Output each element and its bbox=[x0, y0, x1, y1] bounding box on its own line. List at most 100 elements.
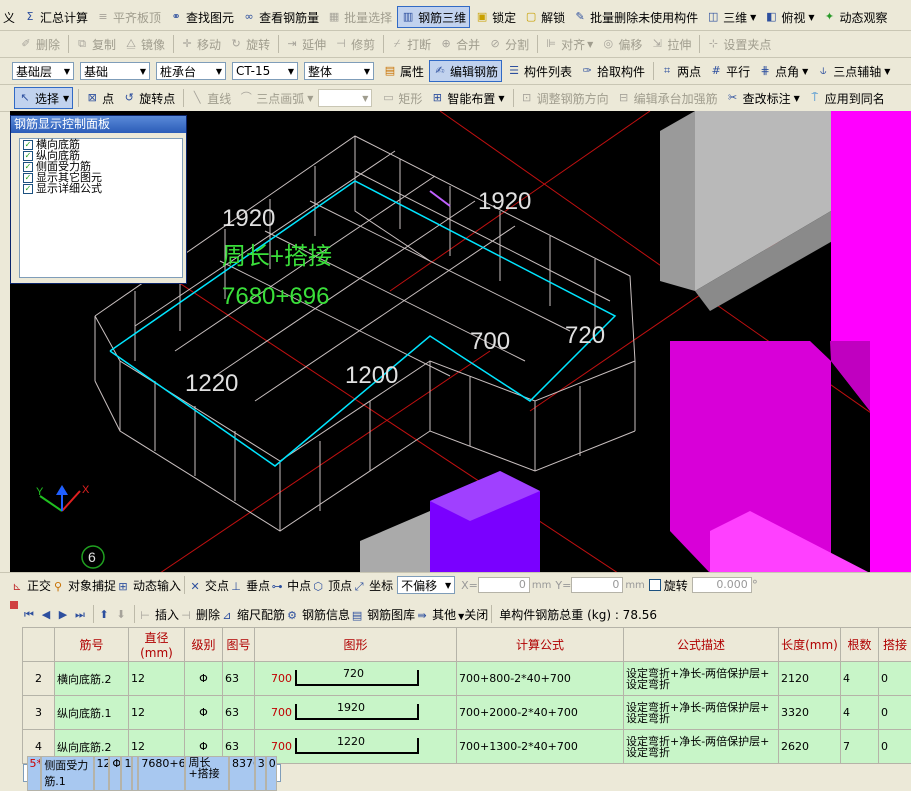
col-header-shape[interactable]: 图形 bbox=[255, 628, 457, 662]
rebar-info-button[interactable]: ⚙钢筋信息 bbox=[285, 606, 350, 623]
edit-rebar-button[interactable]: ✍编辑钢筋 bbox=[429, 60, 502, 82]
point-angle-button[interactable]: ⋕点角▼ bbox=[755, 61, 811, 81]
rotate-point-button[interactable]: ↺旋转点 bbox=[119, 88, 178, 108]
top-view-dropdown[interactable]: ◧俯视▼ bbox=[761, 7, 817, 27]
delete-button[interactable]: ✐删除 bbox=[16, 34, 63, 54]
line-button[interactable]: ╲直线 bbox=[187, 88, 234, 108]
cell-lap[interactable]: 0 bbox=[879, 662, 911, 696]
lock-button[interactable]: ▣锁定 bbox=[472, 7, 519, 27]
vertex-snap[interactable]: ⬡顶点 bbox=[311, 577, 352, 594]
cell-lap[interactable]: 0 bbox=[879, 730, 911, 764]
col-header-lap[interactable]: 搭接 bbox=[879, 628, 911, 662]
summary-calc-button[interactable]: Σ汇总计算 bbox=[20, 7, 91, 27]
cell-description[interactable]: 设定弯折+净长-两倍保护层+设定弯折 bbox=[624, 696, 779, 730]
cell-lap[interactable]: 0 bbox=[879, 696, 911, 730]
apply-same-name-button[interactable]: ⍑应用到同名 bbox=[805, 88, 888, 108]
find-element-button[interactable]: ⚭查找图元 bbox=[166, 7, 237, 27]
intersection-snap[interactable]: ✕交点 bbox=[188, 577, 229, 594]
scope-select[interactable]: 整体▼ bbox=[304, 62, 374, 80]
trim-button[interactable]: ⊣修剪 bbox=[331, 34, 378, 54]
3d-view-dropdown[interactable]: ◫三维▼ bbox=[703, 7, 759, 27]
annotation-button[interactable]: ✂查改标注▼ bbox=[723, 88, 803, 108]
align-button[interactable]: ⊫对齐▼ bbox=[541, 34, 596, 54]
cell-count[interactable]: 7 bbox=[841, 730, 879, 764]
select-button[interactable]: ↖选择▼ bbox=[14, 87, 73, 109]
move-up-button[interactable]: ⬆ bbox=[97, 607, 114, 622]
table-row[interactable]: 2 横向底筋.2 12 Φ 63 700 720 700+800-2*40+70… bbox=[23, 662, 911, 696]
arc-button[interactable]: ⌒三点画弧▼ bbox=[236, 88, 316, 108]
cell-count[interactable]: 4 bbox=[841, 662, 879, 696]
cell-bar-no[interactable]: 侧面受力筋.1 bbox=[41, 756, 93, 791]
three-point-axis-button[interactable]: ⫝三点辅轴▼ bbox=[813, 61, 893, 81]
table-row[interactable]: 3 纵向底筋.1 12 Φ 63 700 1920 700+2000-2*40+… bbox=[23, 696, 911, 730]
cell-length[interactable]: 2120 bbox=[779, 662, 841, 696]
row-delete-button[interactable]: ⊣删除 bbox=[179, 606, 220, 623]
checkbox-checked[interactable]: ✓ bbox=[23, 173, 33, 183]
arc-options-select[interactable]: ▼ bbox=[318, 89, 372, 107]
dynamic-input-toggle[interactable]: ⊞动态输入 bbox=[116, 577, 181, 594]
cell-diameter[interactable]: 12 bbox=[129, 696, 185, 730]
midpoint-snap[interactable]: ⊶中点 bbox=[270, 577, 311, 594]
cell-length[interactable]: 2620 bbox=[779, 730, 841, 764]
split-button[interactable]: ⊘分割 bbox=[485, 34, 532, 54]
parallel-button[interactable]: #平行 bbox=[706, 61, 753, 81]
cell-formula[interactable]: 700+2000-2*40+700 bbox=[457, 696, 624, 730]
component-name-select[interactable]: CT-15▼ bbox=[232, 62, 298, 80]
cell-grade[interactable]: Φ bbox=[109, 756, 121, 791]
cell-formula[interactable]: 7680+696 bbox=[138, 756, 185, 791]
category-select[interactable]: 基础▼ bbox=[80, 62, 150, 80]
scale-rebar-button[interactable]: ⊿缩尺配筋 bbox=[220, 606, 285, 623]
coordinate-snap[interactable]: ⤢坐标 bbox=[352, 577, 393, 594]
cell-length[interactable]: 3320 bbox=[779, 696, 841, 730]
col-header-description[interactable]: 公式描述 bbox=[624, 628, 779, 662]
cell-shape[interactable]: 700 1220 bbox=[255, 730, 457, 764]
other-dropdown[interactable]: ⇛其他▼ bbox=[415, 606, 464, 623]
component-type-select[interactable]: 桩承台▼ bbox=[156, 62, 226, 80]
cell-formula[interactable]: 700+1300-2*40+700 bbox=[457, 730, 624, 764]
rotate-checkbox[interactable] bbox=[649, 579, 661, 591]
checkbox-checked[interactable]: ✓ bbox=[23, 162, 33, 172]
move-button[interactable]: ✛移动 bbox=[177, 34, 224, 54]
cell-figure-no[interactable]: 63 bbox=[223, 662, 255, 696]
edit-strengthen-button[interactable]: ⊟编辑承台加强筋 bbox=[614, 88, 721, 108]
cell-shape[interactable]: 700 720 bbox=[255, 662, 457, 696]
cell-length[interactable]: 8376 bbox=[229, 756, 255, 791]
cell-bar-no[interactable]: 纵向底筋.1 bbox=[55, 696, 129, 730]
checkbox-checked[interactable]: ✓ bbox=[23, 151, 33, 161]
copy-button[interactable]: ⧉复制 bbox=[72, 34, 119, 54]
component-list-button[interactable]: ☰构件列表 bbox=[504, 61, 575, 81]
col-header-count[interactable]: 根数 bbox=[841, 628, 879, 662]
col-header-bar-no[interactable]: 筋号 bbox=[55, 628, 129, 662]
close-button[interactable]: 关闭 bbox=[464, 606, 488, 623]
cell-figure-no[interactable]: 63 bbox=[223, 696, 255, 730]
ortho-toggle[interactable]: ⊾正交 bbox=[10, 577, 51, 594]
cell-shape[interactable]: 700 1920 bbox=[255, 696, 457, 730]
next-record-button[interactable]: ▶ bbox=[56, 607, 73, 622]
offset-button[interactable]: ◎偏移 bbox=[598, 34, 645, 54]
cell-description[interactable]: 设定弯折+净长-两倍保护层+设定弯折 bbox=[624, 730, 779, 764]
col-header-figure-no[interactable]: 图号 bbox=[223, 628, 255, 662]
unlock-button[interactable]: ▢解锁 bbox=[521, 7, 568, 27]
merge-button[interactable]: ⊕合并 bbox=[436, 34, 483, 54]
orbit-button[interactable]: ✦动态观察 bbox=[820, 7, 891, 27]
toolbar-item-partial[interactable]: 义 bbox=[0, 7, 18, 27]
x-input[interactable]: 0 bbox=[478, 577, 530, 593]
stretch-button[interactable]: ⇲拉伸 bbox=[647, 34, 694, 54]
first-record-button[interactable]: ⏮ bbox=[22, 607, 39, 622]
cell-figure-no[interactable]: 1 bbox=[121, 756, 132, 791]
pick-component-button[interactable]: ✑拾取构件 bbox=[577, 61, 648, 81]
object-snap-toggle[interactable]: ⚲对象捕捉 bbox=[51, 577, 116, 594]
break-button[interactable]: ⌿打断 bbox=[387, 34, 434, 54]
view-rebar-amount-button[interactable]: ∞查看钢筋量 bbox=[239, 7, 322, 27]
checkbox-checked[interactable]: ✓ bbox=[23, 140, 33, 150]
cell-diameter[interactable]: 12 bbox=[129, 662, 185, 696]
last-record-button[interactable]: ⏭ bbox=[73, 607, 90, 622]
panel-option[interactable]: ✓显示详细公式 bbox=[20, 183, 182, 194]
adjust-direction-button[interactable]: ⊡调整钢筋方向 bbox=[517, 88, 612, 108]
cell-description[interactable]: 周长+搭接 bbox=[185, 756, 229, 791]
rotate-input[interactable]: 0.000 bbox=[692, 577, 752, 593]
col-header-length[interactable]: 长度(mm) bbox=[779, 628, 841, 662]
batch-delete-unused-button[interactable]: ✎批量删除未使用构件 bbox=[570, 7, 701, 27]
prev-record-button[interactable]: ◀ bbox=[39, 607, 56, 622]
properties-button[interactable]: ▤属性 bbox=[380, 61, 427, 81]
